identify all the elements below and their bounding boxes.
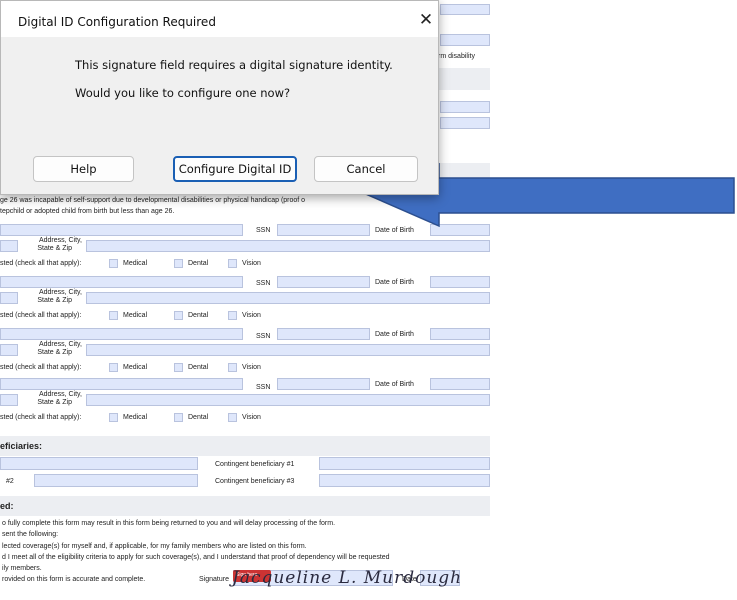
- dental-label: Dental: [188, 364, 209, 371]
- medical-checkbox[interactable]: [109, 259, 118, 268]
- address-field[interactable]: [86, 344, 490, 356]
- dental-label: Dental: [188, 312, 209, 319]
- ssn-label: SSN: [256, 280, 271, 287]
- form-field[interactable]: [440, 4, 490, 15]
- form-field[interactable]: [0, 240, 18, 252]
- form-field[interactable]: [0, 344, 18, 356]
- dialog-message-line2: Would you like to configure one now?: [75, 86, 291, 100]
- address-field[interactable]: [86, 240, 490, 252]
- ssn-label: SSN: [256, 227, 271, 234]
- medical-checkbox[interactable]: [109, 363, 118, 372]
- cancel-button[interactable]: Cancel: [314, 156, 418, 182]
- primary-beneficiary-field[interactable]: [0, 457, 198, 470]
- incapable-text-line2: tepchild or adopted child from birth but…: [0, 208, 175, 215]
- medical-label: Medical: [123, 414, 148, 421]
- dependent-name-field[interactable]: [0, 224, 243, 236]
- dental-label: Dental: [188, 260, 209, 267]
- ssn-field[interactable]: [277, 378, 370, 390]
- required-text-line: o fully complete this form may result in…: [2, 520, 336, 527]
- address-field[interactable]: [86, 292, 490, 304]
- coverage-label: sted (check all that apply):: [0, 260, 82, 267]
- contingent-beneficiary-3-label: Contingent beneficiary #3: [215, 478, 295, 485]
- dental-checkbox[interactable]: [174, 259, 183, 268]
- ssn-field[interactable]: [277, 328, 370, 340]
- medical-label: Medical: [123, 312, 148, 319]
- coverage-label: sted (check all that apply):: [0, 364, 82, 371]
- dob-label: Date of Birth: [375, 279, 414, 286]
- dependent-name-field[interactable]: [0, 276, 243, 288]
- medical-label: Medical: [123, 260, 148, 267]
- vision-checkbox[interactable]: [228, 363, 237, 372]
- form-field[interactable]: [0, 292, 18, 304]
- configure-digital-id-button[interactable]: Configure Digital ID: [173, 156, 297, 182]
- beneficiaries-band: eficiaries:: [0, 436, 490, 456]
- form-field[interactable]: [0, 394, 18, 406]
- dependent-name-field[interactable]: [0, 328, 243, 340]
- state-zip-label: State & Zip: [37, 399, 72, 406]
- form-field[interactable]: [440, 34, 490, 46]
- address-label: Address, City,: [38, 341, 82, 348]
- dependent-name-field[interactable]: [0, 378, 243, 390]
- help-button[interactable]: Help: [33, 156, 134, 182]
- incapable-text-line1: ge 26 was incapable of self-support due …: [0, 197, 306, 204]
- dob-label: Date of Birth: [375, 227, 414, 234]
- dialog-titlebar: Digital ID Configuration Required ✕: [1, 1, 438, 37]
- medical-checkbox[interactable]: [109, 413, 118, 422]
- vision-checkbox[interactable]: [228, 311, 237, 320]
- address-field[interactable]: [86, 394, 490, 406]
- required-text-line: ily members.: [2, 565, 42, 572]
- dental-checkbox[interactable]: [174, 413, 183, 422]
- form-field[interactable]: [440, 117, 490, 129]
- handwritten-signature: Jacqueline L. Murdough: [232, 568, 463, 588]
- ssn-field[interactable]: [277, 224, 370, 236]
- digital-id-dialog: Digital ID Configuration Required ✕ This…: [0, 0, 439, 195]
- state-zip-label: State & Zip: [37, 297, 72, 304]
- contingent-beneficiary-1-field[interactable]: [319, 457, 490, 470]
- beneficiaries-heading: eficiaries:: [0, 441, 43, 451]
- medical-label: Medical: [123, 364, 148, 371]
- vision-label: Vision: [242, 260, 261, 267]
- required-text-line: lected coverage(s) for myself and, if ap…: [2, 543, 307, 550]
- ssn-label: SSN: [256, 333, 271, 340]
- form-field[interactable]: [440, 101, 490, 113]
- vision-label: Vision: [242, 364, 261, 371]
- dental-label: Dental: [188, 414, 209, 421]
- disability-text: rm disability: [438, 53, 475, 60]
- dob-label: Date of Birth: [375, 331, 414, 338]
- ssn-field[interactable]: [277, 276, 370, 288]
- dob-field[interactable]: [430, 378, 490, 390]
- required-text-line: rovided on this form is accurate and com…: [2, 576, 146, 583]
- coverage-label: sted (check all that apply):: [0, 312, 82, 319]
- required-heading: ed:: [0, 501, 14, 511]
- dialog-message-line1: This signature field requires a digital …: [75, 58, 393, 72]
- signature-label: Signature: [199, 576, 229, 583]
- state-zip-label: State & Zip: [37, 245, 72, 252]
- address-label: Address, City,: [38, 391, 82, 398]
- vision-label: Vision: [242, 312, 261, 319]
- dob-label: Date of Birth: [375, 381, 414, 388]
- dob-field[interactable]: [430, 328, 490, 340]
- medical-checkbox[interactable]: [109, 311, 118, 320]
- vision-checkbox[interactable]: [228, 259, 237, 268]
- primary-beneficiary-2-label: #2: [6, 478, 14, 485]
- ssn-label: SSN: [256, 384, 271, 391]
- required-band: ed:: [0, 496, 490, 516]
- vision-checkbox[interactable]: [228, 413, 237, 422]
- contingent-beneficiary-1-label: Contingent beneficiary #1: [215, 461, 295, 468]
- required-text-line: d I meet all of the eligibility criteria…: [2, 554, 390, 561]
- primary-beneficiary-2-field[interactable]: [34, 474, 198, 487]
- address-label: Address, City,: [38, 237, 82, 244]
- dob-field[interactable]: [430, 276, 490, 288]
- close-icon[interactable]: ✕: [413, 8, 439, 32]
- dental-checkbox[interactable]: [174, 311, 183, 320]
- coverage-label: sted (check all that apply):: [0, 414, 82, 421]
- contingent-beneficiary-3-field[interactable]: [319, 474, 490, 487]
- dental-checkbox[interactable]: [174, 363, 183, 372]
- vision-label: Vision: [242, 414, 261, 421]
- address-label: Address, City,: [38, 289, 82, 296]
- dialog-title: Digital ID Configuration Required: [18, 15, 216, 29]
- state-zip-label: State & Zip: [37, 349, 72, 356]
- required-text-line: sent the following:: [2, 531, 59, 538]
